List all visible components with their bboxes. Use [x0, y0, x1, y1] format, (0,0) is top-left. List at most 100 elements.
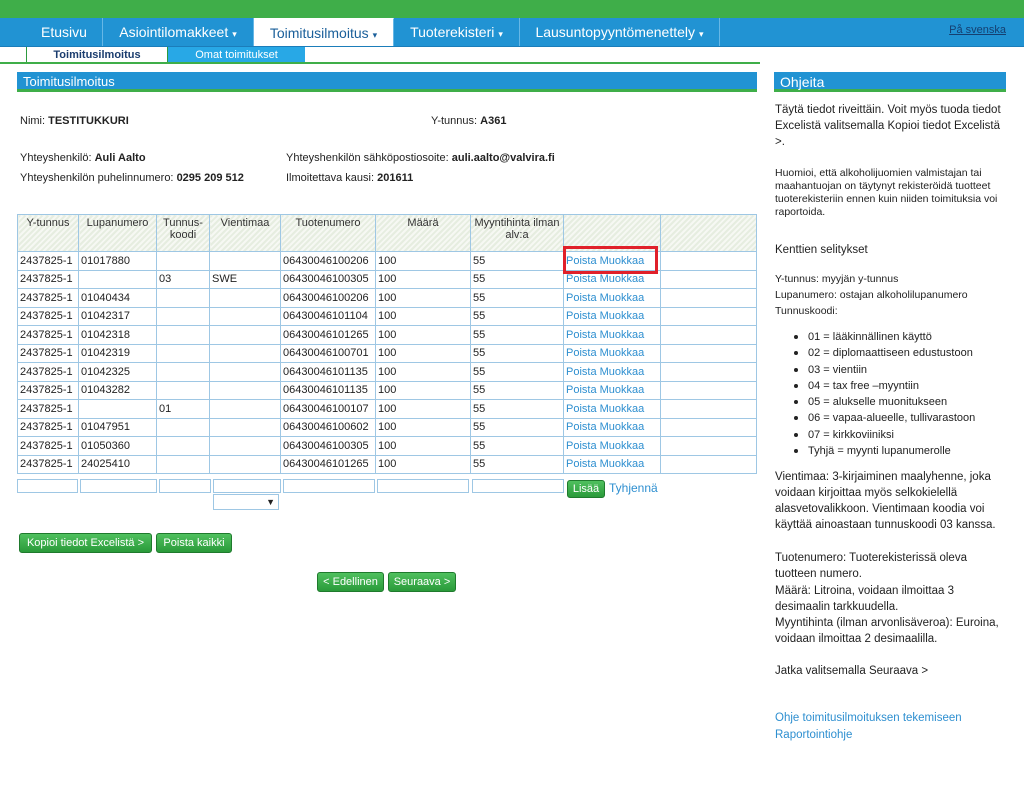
edit-row-link[interactable]: Muokkaa — [600, 347, 645, 359]
code-list: 01 = lääkinnällinen käyttö 02 = diplomaa… — [794, 329, 975, 459]
delete-row-link[interactable]: Poista — [566, 384, 597, 396]
nav-item-tuoterekisteri[interactable]: Tuoterekisteri ▾ — [394, 18, 520, 46]
edit-row-link[interactable]: Muokkaa — [600, 421, 645, 433]
nav-item-lausuntopyyntomenettely[interactable]: Lausuntopyyntömenettely ▾ — [520, 18, 720, 46]
table-cell: 01050360 — [78, 436, 157, 456]
table-row: 2437825-1 01017880 06430046100206 100 55 Pois… — [17, 251, 757, 271]
table-cell: 55 — [470, 436, 564, 456]
subnav-divider — [0, 62, 760, 64]
myyntihinta-input[interactable] — [472, 479, 564, 493]
table-row: 2437825-1 01047951 06430046100602 100 55 Pois… — [17, 417, 757, 437]
copy-from-excel-button[interactable]: Kopioi tiedot Excelistä > — [19, 533, 152, 553]
table-cell: 06430046100107 — [280, 399, 376, 419]
actions-cell: Poista Muokkaa — [563, 306, 661, 326]
table-cell — [156, 436, 210, 456]
actions-cell: Poista Muokkaa — [563, 380, 661, 400]
phone-info: Yhteyshenkilön puhelinnumero: 0295 209 5… — [20, 172, 244, 184]
add-button[interactable]: Lisää — [567, 480, 605, 498]
ytunnus-value: A361 — [480, 115, 507, 127]
vientimaa-description: Vientimaa: 3-kirjaiminen maalyhenne, jok… — [775, 471, 996, 531]
delete-row-link[interactable]: Poista — [566, 310, 597, 322]
table-cell: 01047951 — [78, 417, 157, 437]
delete-row-link[interactable]: Poista — [566, 347, 597, 359]
table-header-row: Y-tunnus Lupanumero Tunnus-koodi Vientim… — [17, 214, 757, 252]
lupanumero-input[interactable] — [80, 479, 157, 493]
delete-row-link[interactable]: Poista — [566, 255, 597, 267]
nav-item-etusivu[interactable]: Etusivu — [26, 18, 103, 46]
tuotenumero-input[interactable] — [283, 479, 375, 493]
nav-label: Toimitusilmoitus — [269, 25, 369, 41]
edit-row-link[interactable]: Muokkaa — [600, 273, 645, 285]
email-value: auli.aalto@valvira.fi — [451, 152, 555, 164]
table-cell: 100 — [375, 288, 471, 308]
phone-label: Yhteyshenkilön puhelinnumero: — [20, 172, 174, 184]
maara-input[interactable] — [377, 479, 469, 493]
table-cell — [209, 380, 281, 400]
actions-cell: Poista Muokkaa — [563, 436, 661, 456]
clear-link[interactable]: Tyhjennä — [609, 481, 658, 495]
edit-row-link[interactable]: Muokkaa — [600, 310, 645, 322]
table-cell: 100 — [375, 269, 471, 289]
table-cell — [156, 251, 210, 271]
nav-label: Etusivu — [41, 24, 87, 40]
col-header: Määrä — [375, 214, 471, 252]
nav-item-asiointilomakkeet[interactable]: Asiointilomakkeet ▾ — [103, 18, 254, 46]
maara-description: Määrä: Litroina, voidaan ilmoittaa 3 des… — [775, 585, 954, 613]
actions-cell: Poista Muokkaa — [563, 362, 661, 382]
edit-row-link[interactable]: Muokkaa — [600, 255, 645, 267]
col-header: Lupanumero — [78, 214, 157, 252]
table-cell — [78, 269, 157, 289]
edit-row-link[interactable]: Muokkaa — [600, 292, 645, 304]
table-cell: 100 — [375, 380, 471, 400]
email-info: Yhteyshenkilön sähköpostiosoite: auli.aa… — [286, 152, 555, 164]
vientimaa-input[interactable] — [213, 479, 281, 493]
previous-button[interactable]: < Edellinen — [317, 572, 384, 592]
edit-row-link[interactable]: Muokkaa — [600, 366, 645, 378]
delete-row-link[interactable]: Poista — [566, 458, 597, 470]
delete-row-link[interactable]: Poista — [566, 366, 597, 378]
table-cell: 100 — [375, 454, 471, 474]
reporting-guide-link[interactable]: Raportointiohje — [775, 729, 852, 741]
table-cell: 06430046100701 — [280, 343, 376, 363]
main-nav: Etusivu Asiointilomakkeet ▾ Toimitusilmoi… — [0, 18, 1024, 47]
table-row: 2437825-1 01042325 06430046101135 100 55 Pois… — [17, 362, 757, 382]
subtab-omat-toimitukset[interactable]: Omat toimitukset — [168, 47, 305, 63]
name-label: Nimi: — [20, 115, 46, 127]
delete-row-link[interactable]: Poista — [566, 440, 597, 452]
subtab-toimitusilmoitus[interactable]: Toimitusilmoitus — [26, 47, 168, 63]
tunnuskoodi-input[interactable] — [159, 479, 211, 493]
page-title: Toimitusilmoitus — [17, 72, 757, 92]
table-cell: 2437825-1 — [17, 399, 79, 419]
nav-item-toimitusilmoitus[interactable]: Toimitusilmoitus ▾ — [254, 18, 394, 46]
table-cell: 2437825-1 — [17, 325, 79, 345]
table-cell: 55 — [470, 269, 564, 289]
edit-row-link[interactable]: Muokkaa — [600, 403, 645, 415]
actions-cell: Poista Muokkaa — [563, 454, 661, 474]
delete-row-link[interactable]: Poista — [566, 329, 597, 341]
edit-row-link[interactable]: Muokkaa — [600, 384, 645, 396]
guide-link[interactable]: Ohje toimitusilmoituksen tekemiseen — [775, 712, 962, 724]
delete-row-link[interactable]: Poista — [566, 273, 597, 285]
delete-row-link[interactable]: Poista — [566, 421, 597, 433]
language-link[interactable]: På svenska — [949, 24, 1006, 36]
delete-row-link[interactable]: Poista — [566, 403, 597, 415]
edit-row-link[interactable]: Muokkaa — [600, 458, 645, 470]
edit-row-link[interactable]: Muokkaa — [600, 329, 645, 341]
table-cell: 2437825-1 — [17, 343, 79, 363]
table-cell — [660, 436, 757, 456]
vientimaa-select[interactable]: ▼ — [213, 494, 279, 510]
delete-row-link[interactable]: Poista — [566, 292, 597, 304]
table-cell: 55 — [470, 362, 564, 382]
col-header: Tunnus-koodi — [156, 214, 210, 252]
table-cell — [209, 325, 281, 345]
code-item: 07 = kirkkoviiniksi — [794, 427, 975, 443]
table-cell — [660, 362, 757, 382]
delete-all-button[interactable]: Poista kaikki — [156, 533, 232, 553]
table-cell — [209, 454, 281, 474]
nav-label: Lausuntopyyntömenettely — [535, 24, 696, 40]
ytunnus-input[interactable] — [17, 479, 78, 493]
edit-row-link[interactable]: Muokkaa — [600, 440, 645, 452]
next-button[interactable]: Seuraava > — [388, 572, 456, 592]
table-cell: 01 — [156, 399, 210, 419]
table-cell — [209, 306, 281, 326]
